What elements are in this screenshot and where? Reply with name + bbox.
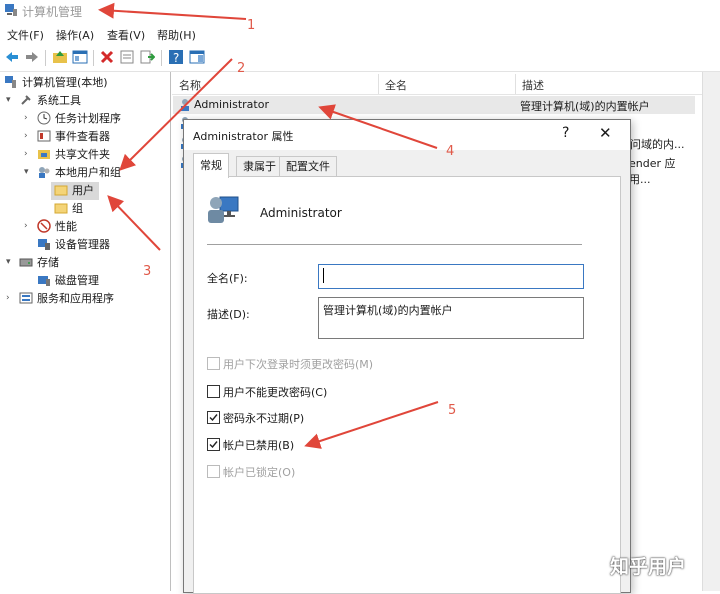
arrow-1 xyxy=(98,2,247,20)
arrow-4 xyxy=(318,104,438,149)
annotation-number-1: 1 xyxy=(247,18,256,33)
arrow-3 xyxy=(107,195,161,251)
arrow-2 xyxy=(119,58,233,171)
annotation-number-5: 5 xyxy=(448,403,457,418)
annotation-number-3: 3 xyxy=(143,264,152,279)
arrow-5 xyxy=(304,401,439,449)
annotation-number-4: 4 xyxy=(446,144,455,159)
tab-general[interactable]: 常规 xyxy=(193,153,229,178)
watermark: 知乎用户 xyxy=(610,556,687,578)
annotation-arrows xyxy=(98,2,439,449)
annotation-number-2: 2 xyxy=(237,61,246,76)
